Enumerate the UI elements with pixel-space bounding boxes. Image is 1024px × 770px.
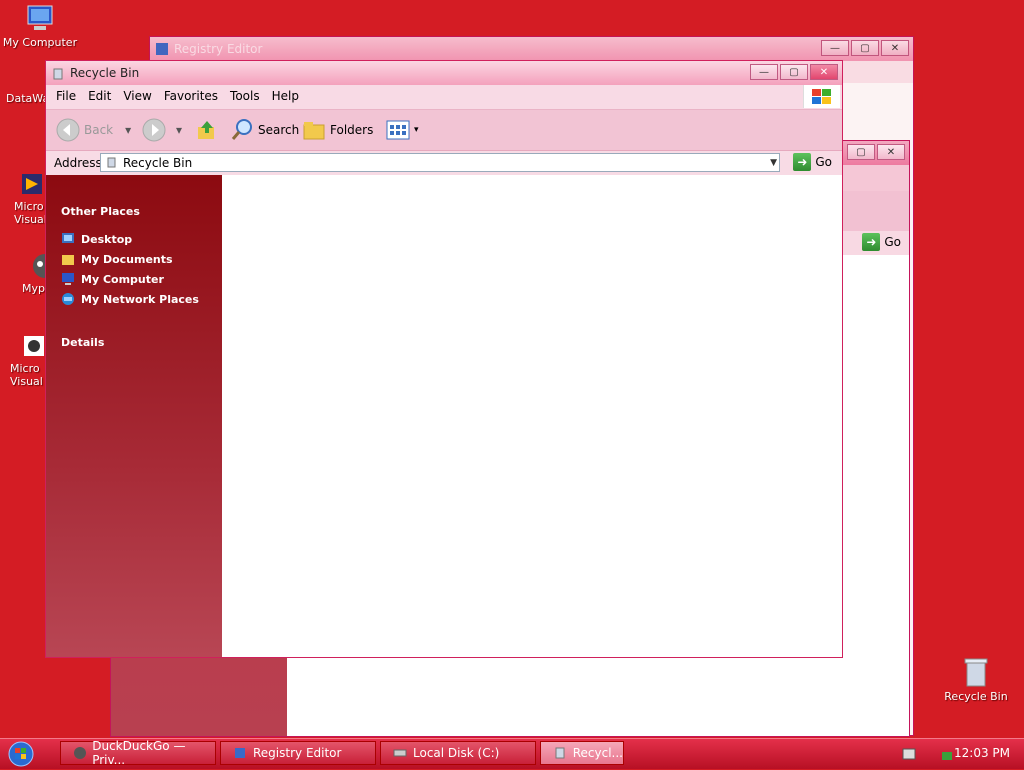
menu-help[interactable]: Help [266,85,305,107]
maximize-button[interactable]: ▢ [847,144,875,160]
go-arrow-icon: ➜ [862,233,881,251]
views-dropdown-icon: ▾ [414,125,419,135]
minimize-button[interactable]: — [821,40,849,56]
computer-icon [62,273,74,285]
recycle-titlebar[interactable]: Recycle Bin — ▢ ✕ [46,61,842,85]
close-button[interactable]: ✕ [810,64,838,80]
recycle-bin-window[interactable]: Recycle Bin — ▢ ✕ File Edit View Favorites T… [45,60,843,658]
forward-button[interactable]: ▾ [142,118,182,142]
windows-orb-icon [8,741,34,767]
menu-edit[interactable]: Edit [82,85,117,107]
search-icon [231,119,252,140]
disk-icon [393,749,407,757]
search-button[interactable]: Search [230,118,299,142]
forward-dropdown-icon[interactable]: ▾ [176,123,182,137]
go-arrow-icon: ➜ [793,153,812,171]
keyboard-icon[interactable] [902,748,916,760]
system-tray: 12:03 PM [884,739,1024,769]
task-pane: Other Places Desktop My Documents My Com… [46,175,222,657]
views-icon [386,120,410,140]
up-folder-button[interactable] [196,118,218,142]
address-field[interactable]: Recycle Bin ▼ [100,153,780,172]
back-button[interactable]: Back ▾ [56,118,131,142]
task-recycle-bin[interactable]: Recycl... [540,741,624,765]
toolbar: Back ▾ ▾ Search Folders ▾ [46,110,842,151]
network-icon [62,293,74,305]
menu-favorites[interactable]: Favorites [158,85,224,107]
registry-icon [235,748,245,758]
folders-button[interactable]: Folders [302,118,373,142]
menu-bar: File Edit View Favorites Tools Help [46,85,842,110]
visual-studio-icon [22,174,42,194]
minimize-button[interactable]: — [750,64,778,80]
close-button[interactable]: ✕ [881,40,909,56]
maximize-button[interactable]: ▢ [780,64,808,80]
windows-logo-icon [803,85,840,108]
other-places-heading[interactable]: Other Places [61,205,140,218]
task-duckduckgo[interactable]: DuckDuckGo — Priv... [60,739,216,767]
recycle-bin-icon [964,658,988,687]
up-folder-icon [198,121,214,139]
back-dropdown-icon[interactable]: ▾ [125,123,131,137]
menu-view[interactable]: View [117,85,157,107]
go-button[interactable]: ➜ Go [862,233,901,251]
documents-folder-icon [62,255,74,265]
file-list-area[interactable] [222,175,842,657]
task-local-disk[interactable]: Local Disk (C:) [380,741,536,765]
place-desktop[interactable]: Desktop [61,232,132,246]
address-bar: Address Recycle Bin ▼ ➜ Go [46,151,842,176]
place-my-network-places[interactable]: My Network Places [61,292,199,306]
computer-icon [27,5,53,30]
go-button[interactable]: ➜ Go [793,153,832,171]
place-my-computer[interactable]: My Computer [61,272,164,286]
registry-icon [156,43,168,55]
place-my-documents[interactable]: My Documents [61,252,173,266]
desktop-icon-recycle-bin[interactable]: Recycle Bin [936,656,1016,703]
forward-arrow-icon [142,118,166,142]
taskbar: DuckDuckGo — Priv... Registry Editor Loc… [0,738,1024,769]
back-arrow-icon [56,118,80,142]
address-dropdown-icon[interactable]: ▼ [770,158,777,168]
task-registry-editor[interactable]: Registry Editor [220,741,376,765]
desktop-icon-my-computer[interactable]: My Computer [0,4,80,49]
close-button[interactable]: ✕ [877,144,905,160]
menu-tools[interactable]: Tools [224,85,266,107]
visual-studio-icon [24,336,44,356]
recycle-bin-icon [107,157,116,168]
clock[interactable]: 12:03 PM [954,746,1010,760]
recycle-bin-icon [555,747,565,759]
menu-file[interactable]: File [50,85,82,107]
start-button[interactable] [6,741,42,767]
desktop-icon [62,233,74,243]
views-button[interactable]: ▾ [386,118,419,142]
maximize-button[interactable]: ▢ [851,40,879,56]
recycle-bin-icon [53,68,63,80]
details-heading[interactable]: Details [61,336,104,349]
folder-icon [303,122,325,140]
raccoon-icon [74,747,86,759]
registry-titlebar[interactable]: Registry Editor — ▢ ✕ [150,37,913,61]
